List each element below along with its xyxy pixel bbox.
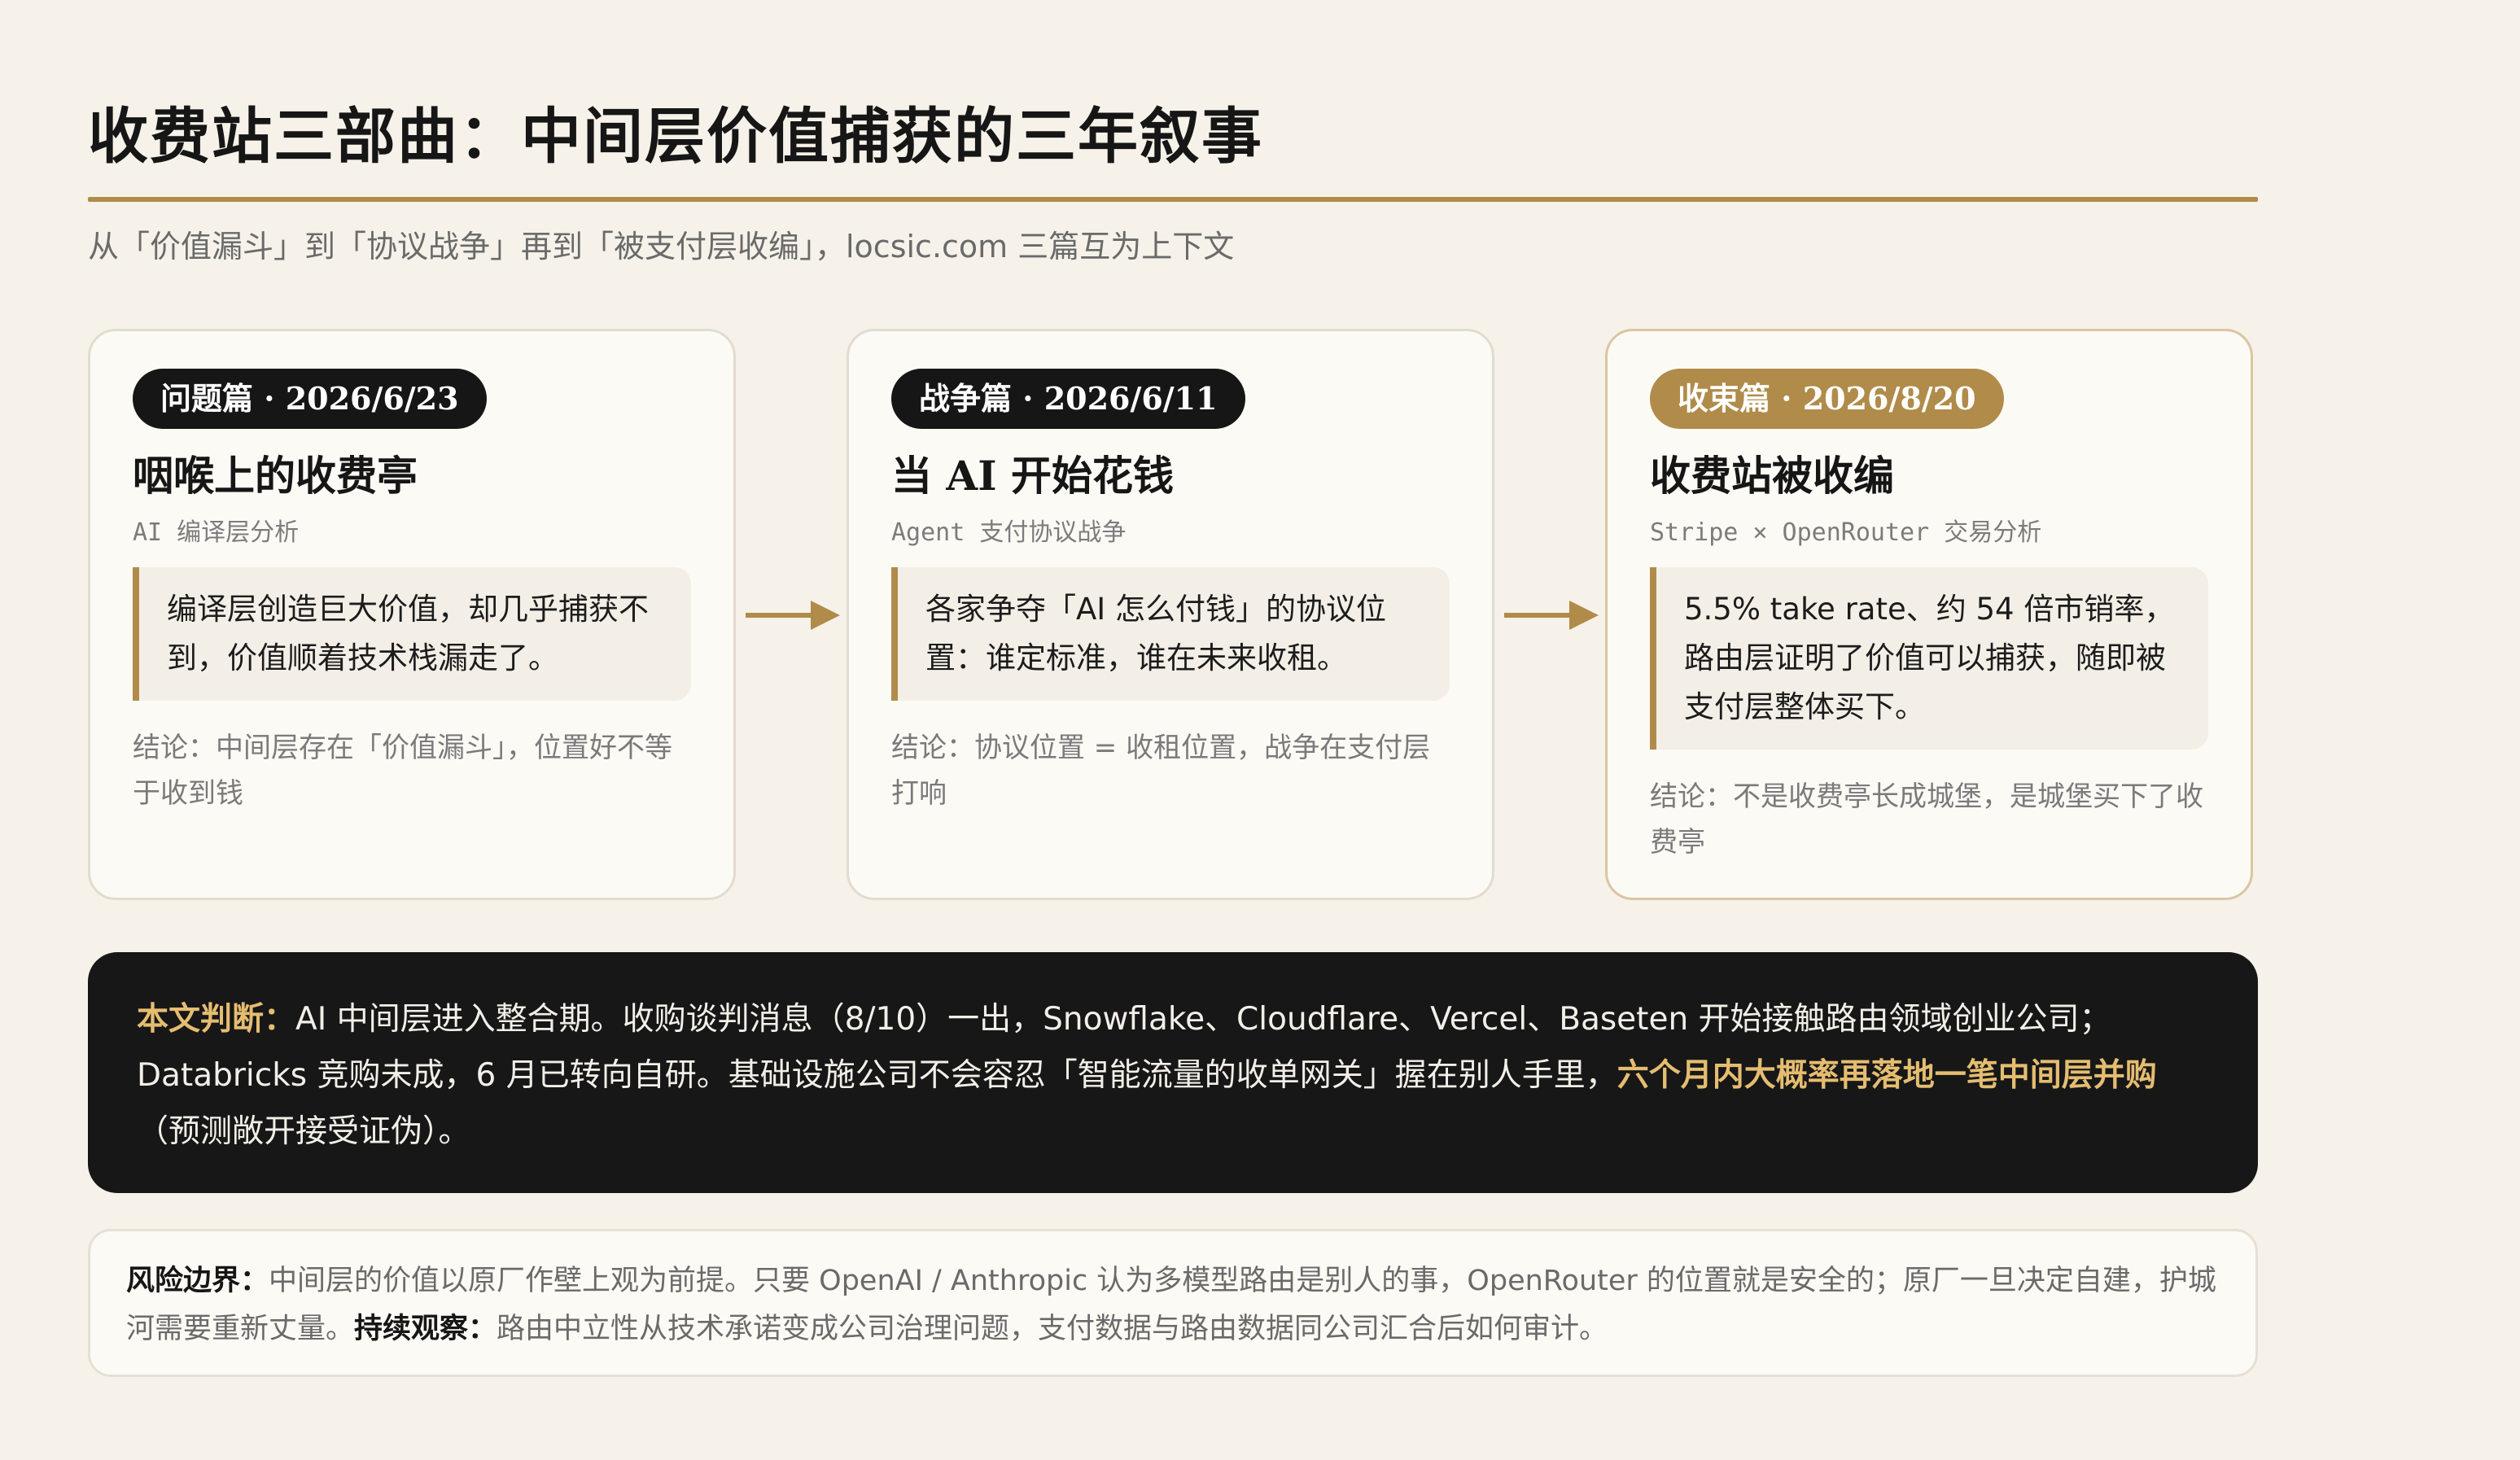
arrow-right-icon [1504,601,1599,630]
card-conclusion: 结论：不是收费亭长成城堡，是城堡买下了收费亭 [1650,780,2203,859]
watch-text: 路由中立性从技术承诺变成公司治理问题，支付数据与路由数据同公司汇合后如何审计。 [497,1313,1608,1345]
judgement-label: 本文判断： [137,1001,296,1038]
page-title: 收费站三部曲：中间层价值捕获的三年叙事 [88,102,1263,172]
article-card-war: 战争篇 · 2026/6/11 当 AI 开始花钱 Agent 支付协议战争 各… [847,329,1494,900]
card-title: 咽喉上的收费亭 [133,452,418,500]
card-quote: 编译层创造巨大价值，却几乎捕获不到，价值顺着技术栈漏走了。 [133,567,691,701]
card-conclusion: 结论：中间层存在「价值漏斗」，位置好不等于收到钱 [133,732,672,810]
card-conclusion: 结论：协议位置 = 收租位置，战争在支付层打响 [891,732,1431,810]
card-badge: 问题篇 · 2026/6/23 [133,369,487,429]
judgement-tail: （预测敞开接受证伪）。 [137,1113,470,1150]
card-tag: Agent 支付协议战争 [891,518,1127,547]
arrow-right-icon [746,601,840,630]
article-card-closing: 收束篇 · 2026/8/20 收费站被收编 Stripe × OpenRout… [1605,329,2253,900]
title-divider [88,197,2258,202]
watch-label: 持续观察： [354,1313,497,1345]
card-title: 收费站被收编 [1650,452,1894,500]
judgement-panel: 本文判断：AI 中间层进入整合期。收购谈判消息（8/10）一出，Snowflak… [88,952,2258,1193]
risk-label: 风险边界： [126,1265,269,1297]
card-badge: 战争篇 · 2026/6/11 [891,369,1245,429]
card-badge: 收束篇 · 2026/8/20 [1650,369,2004,429]
card-tag: Stripe × OpenRouter 交易分析 [1650,518,2042,547]
card-title: 当 AI 开始花钱 [891,452,1174,500]
card-tag: AI 编译层分析 [133,518,300,547]
card-quote: 5.5% take rate、约 54 倍市销率，路由层证明了价值可以捕获，随即… [1650,567,2208,750]
risk-panel: 风险边界：中间层的价值以原厂作壁上观为前提。只要 OpenAI / Anthro… [88,1229,2258,1377]
card-quote: 各家争夺「AI 怎么付钱」的协议位置：谁定标准，谁在未来收租。 [891,567,1450,701]
page-subtitle: 从「价值漏斗」到「协议战争」再到「被支付层收编」，locsic.com 三篇互为… [88,229,1235,264]
article-card-problem: 问题篇 · 2026/6/23 咽喉上的收费亭 AI 编译层分析 编译层创造巨大… [88,329,736,900]
judgement-highlight: 六个月内大概率再落地一笔中间层并购 [1617,1057,2157,1094]
